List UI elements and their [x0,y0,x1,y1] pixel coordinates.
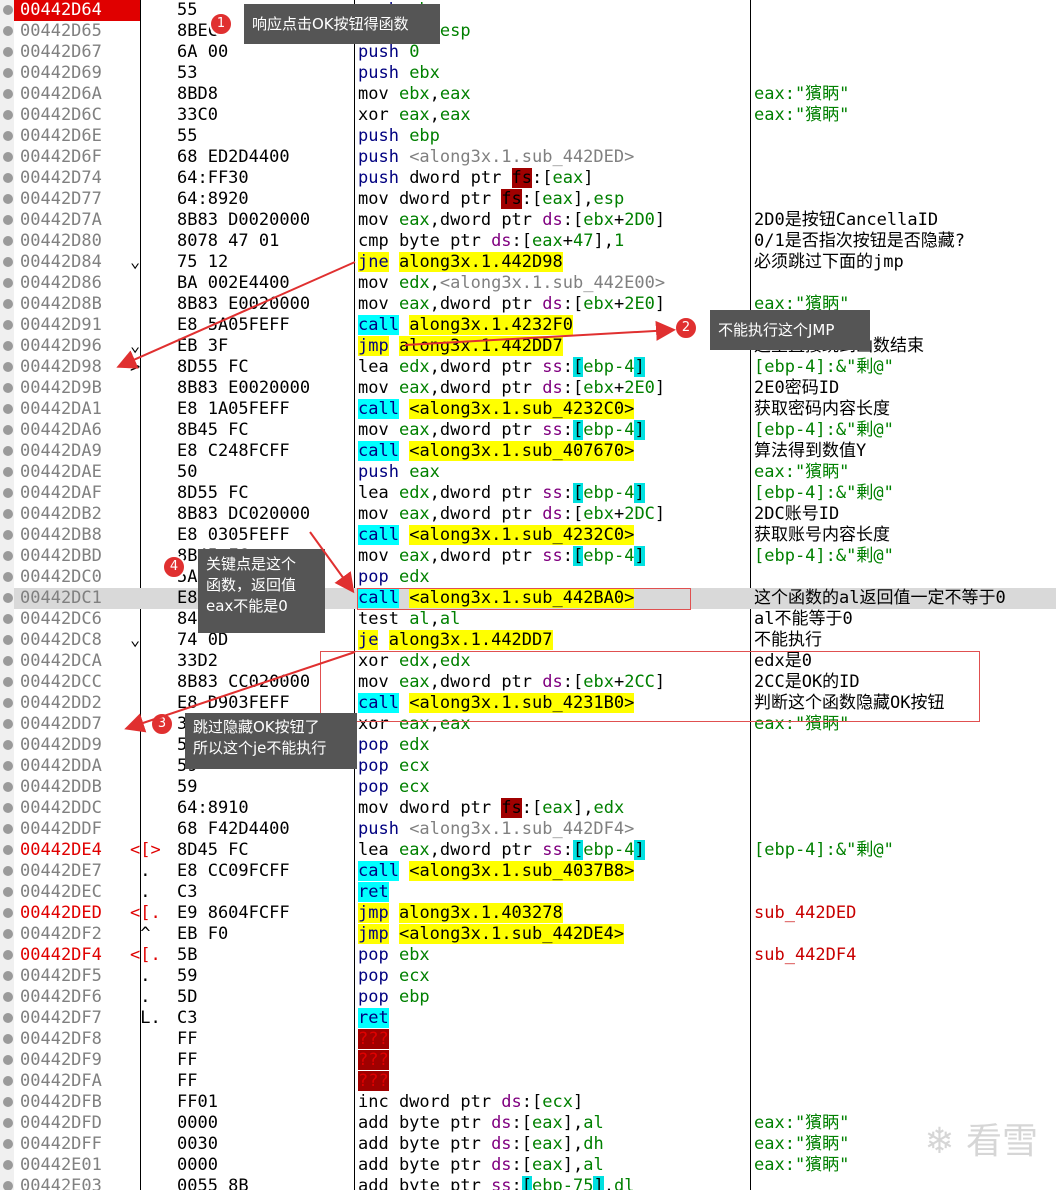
arrow-jne-to-target [116,261,356,369]
arrow-to-callout-2 [404,320,676,346]
arrow-to-key-call [309,531,355,594]
disassembly-view[interactable]: 00442D6455push ebp00442D658BECmov ebp,es… [0,0,1056,1190]
arrow-je-to-target [124,651,356,733]
annotation-arrows [116,261,676,733]
